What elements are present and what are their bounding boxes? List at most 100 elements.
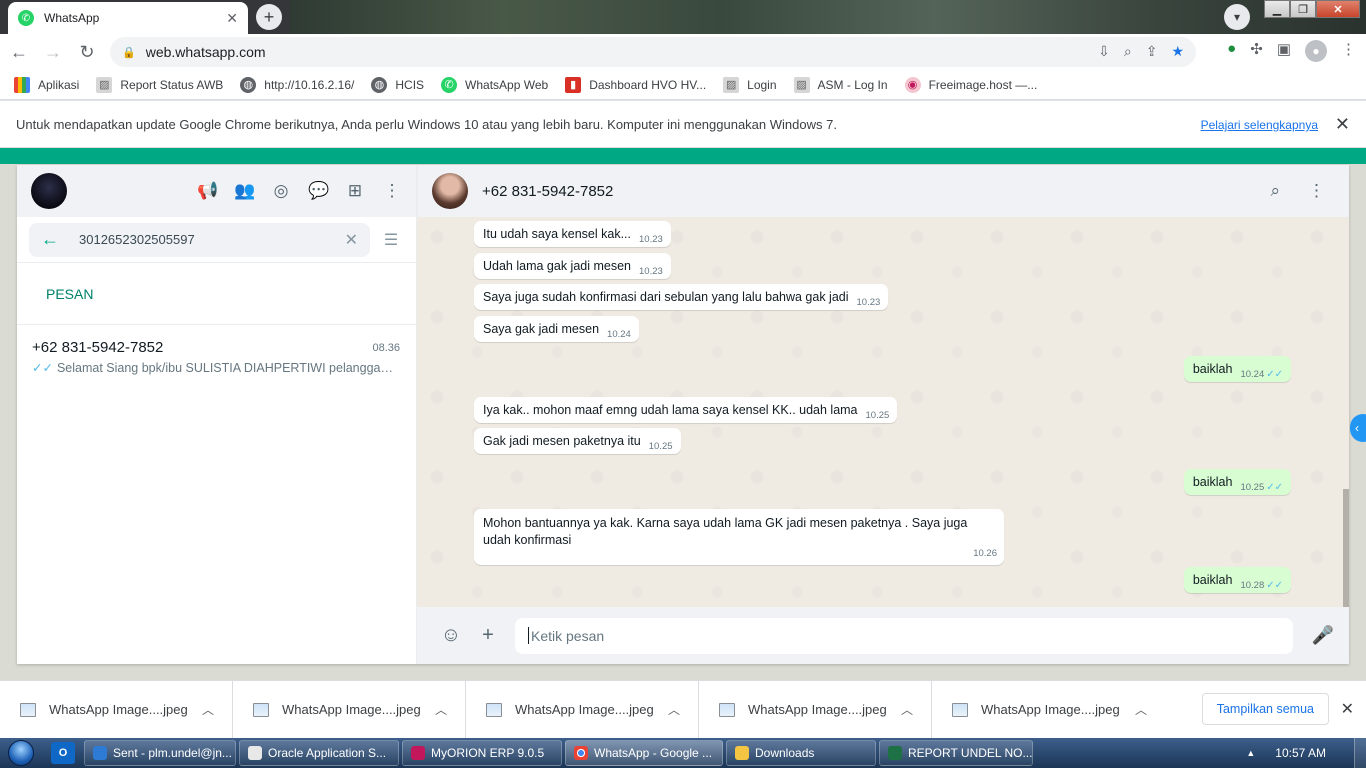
message-bubble[interactable]: Itu udah saya kensel kak... 10.23 <box>474 221 671 247</box>
my-profile-avatar[interactable] <box>31 173 67 209</box>
image-file-icon <box>20 702 36 717</box>
download-item[interactable]: WhatsApp Image....jpeg ︿ <box>233 680 466 739</box>
communities-icon[interactable]: 📢 <box>197 181 218 201</box>
message-input[interactable]: Ketik pesan <box>515 617 1293 654</box>
download-item[interactable]: WhatsApp Image....jpeg ︿ <box>932 681 1165 739</box>
message-bubble[interactable]: baiklah 10.25 ✓✓ <box>1183 469 1291 495</box>
download-item[interactable]: WhatsApp Image....jpeg ︿ <box>0 680 233 739</box>
whatsapp-app: 📢 👥 ◎ 💬 ⊞ ⋮ ← 3012652302505597 ✕ ☰ PESAN… <box>17 165 1349 664</box>
mic-icon[interactable]: 🎤 <box>1311 625 1335 646</box>
chat-contact-name[interactable]: +62 831-5942-7852 <box>482 183 613 200</box>
clear-search-icon[interactable]: ✕ <box>345 230 358 250</box>
groups-icon[interactable]: 👥 <box>234 181 255 201</box>
outlook-pinned-icon[interactable]: O <box>51 742 75 764</box>
search-back-icon[interactable]: ← <box>41 229 59 250</box>
image-file-icon <box>719 702 735 717</box>
minimize-button[interactable]: ▁ <box>1264 0 1290 18</box>
chevron-up-icon[interactable]: ︿ <box>901 701 913 718</box>
taskbar-item[interactable]: Sent - plm.undel@jn... <box>84 740 236 766</box>
download-item[interactable]: WhatsApp Image....jpeg ︿ <box>466 680 699 739</box>
message-bubble[interactable]: Saya gak jadi mesen 10.24 <box>474 316 639 342</box>
message-scrollbar[interactable] <box>1343 489 1349 607</box>
chevron-up-icon[interactable]: ︿ <box>435 701 447 718</box>
profile-avatar-icon[interactable]: ● <box>1305 40 1327 62</box>
sidebar-menu-icon[interactable]: ⋮ <box>382 181 402 201</box>
clock[interactable]: 10:57 AM <box>1275 746 1326 760</box>
puzzle-icon[interactable]: ✣ <box>1250 40 1263 62</box>
download-bar: WhatsApp Image....jpeg ︿ WhatsApp Image..… <box>0 680 1366 739</box>
show-all-downloads-button[interactable]: Tampilkan semua <box>1201 693 1329 725</box>
bookmark-dashboard[interactable]: ▮ Dashboard HVO HV... <box>565 76 706 93</box>
window-close-button[interactable]: ✕ <box>1316 0 1360 18</box>
message-bubble[interactable]: Saya juga sudah konfirmasi dari sebulan … <box>474 284 889 310</box>
search-input[interactable]: ← 3012652302505597 ✕ <box>29 222 370 257</box>
chevron-up-icon[interactable]: ︿ <box>1135 701 1147 718</box>
message-bubble[interactable]: Mohon bantuannya ya kak. Karna saya udah… <box>474 509 1004 565</box>
bookmark-login[interactable]: ▨ Login <box>723 76 777 93</box>
bookmark-hcis[interactable]: ◍ HCIS <box>371 76 424 93</box>
page-icon: ▨ <box>723 76 740 93</box>
bookmark-freeimage[interactable]: ◉ Freeimage.host —... <box>904 76 1037 93</box>
search-result-item[interactable]: +62 831-5942-7852 08.36 ✓✓ Selamat Siang … <box>17 325 416 385</box>
bookmark-report-status-awb[interactable]: ▨ Report Status AWB <box>96 76 223 93</box>
document-icon: ▮ <box>565 76 582 93</box>
chevron-up-icon[interactable]: ︿ <box>202 701 214 718</box>
taskbar-item[interactable]: Downloads <box>726 740 876 766</box>
new-chat-icon[interactable]: ⊞ <box>345 181 365 201</box>
page-icon: ▨ <box>793 76 810 93</box>
address-bar[interactable]: 🔒 web.whatsapp.com ⇩ ⌕ ⇪ ★ <box>110 37 1196 67</box>
taskbar-item[interactable]: MyORION ERP 9.0.5 <box>402 740 562 766</box>
bookmark-whatsapp-web[interactable]: ✆ WhatsApp Web <box>441 76 548 93</box>
lock-icon[interactable]: 🔒 <box>122 46 136 59</box>
message-bubble[interactable]: Iya kak.. mohon maaf emng udah lama saya… <box>474 397 898 423</box>
share-icon[interactable]: ⇪ <box>1146 43 1158 60</box>
taskbar-item[interactable]: WhatsApp - Google ... <box>565 740 723 766</box>
window-controls: ▁ ❐ ✕ <box>1264 0 1360 18</box>
result-time: 08.36 <box>372 342 400 354</box>
chrome-menu-icon[interactable]: ⋮ <box>1341 40 1356 62</box>
message-composer: ☺ + Ketik pesan 🎤 <box>417 607 1349 664</box>
bookmark-star-icon[interactable]: ★ <box>1171 43 1184 60</box>
chevron-up-icon[interactable]: ︿ <box>668 701 680 718</box>
emoji-icon[interactable]: ☺ <box>439 624 463 647</box>
forward-icon[interactable]: → <box>38 37 68 67</box>
contact-avatar[interactable] <box>432 173 468 209</box>
menu-icon[interactable]: ⋮ <box>1308 181 1325 201</box>
attach-icon[interactable]: + <box>476 624 500 647</box>
show-desktop-button[interactable] <box>1354 738 1366 768</box>
maximize-button[interactable]: ❐ <box>1290 0 1316 18</box>
bookmark-asm[interactable]: ▨ ASM - Log In <box>793 76 888 93</box>
infobar-close-icon[interactable]: ✕ <box>1335 114 1350 135</box>
learn-more-link[interactable]: Pelajari selengkapnya <box>1201 118 1318 132</box>
channels-icon[interactable]: 💬 <box>308 181 329 201</box>
message-bubble[interactable]: baiklah 10.24 ✓✓ <box>1183 356 1291 382</box>
search-icon[interactable]: ⌕ <box>1270 181 1280 201</box>
message-bubble[interactable]: Udah lama gak jadi mesen 10.23 <box>474 253 671 279</box>
chat-header[interactable]: +62 831-5942-7852 ⌕ ⋮ <box>417 165 1349 217</box>
install-icon[interactable]: ⇩ <box>1098 43 1110 60</box>
new-tab-button[interactable]: + <box>256 4 282 30</box>
back-icon[interactable]: ← <box>4 37 34 67</box>
message-bubble[interactable]: Gak jadi mesen paketnya itu 10.25 <box>474 428 681 454</box>
bookmark-ip[interactable]: ◍ http://10.16.2.16/ <box>240 76 354 93</box>
status-icon[interactable]: ◎ <box>271 181 291 201</box>
side-panel-icon[interactable]: ▣ <box>1277 40 1291 62</box>
bookmark-aplikasi[interactable]: Aplikasi <box>14 76 79 93</box>
extension-icon[interactable]: ● <box>1227 40 1236 62</box>
filter-icon[interactable]: ☰ <box>376 230 406 250</box>
tab-close-icon[interactable]: ✕ <box>226 10 238 27</box>
green-band <box>0 148 1366 164</box>
tab-search-button[interactable]: ▾ <box>1224 4 1250 30</box>
message-bubble[interactable]: baiklah 10.28 ✓✓ <box>1183 567 1291 593</box>
download-bar-close-icon[interactable]: ✕ <box>1341 699 1354 719</box>
search-query[interactable]: 3012652302505597 <box>79 232 345 247</box>
zoom-icon[interactable]: ⌕ <box>1124 43 1132 60</box>
taskbar-item[interactable]: REPORT UNDEL NO... <box>879 740 1033 766</box>
reload-icon[interactable]: ↻ <box>72 37 102 67</box>
tray-expand-icon[interactable]: ▲ <box>1246 748 1255 758</box>
taskbar-item[interactable]: Oracle Application S... <box>239 740 399 766</box>
result-contact-name: +62 831-5942-7852 <box>32 339 164 356</box>
browser-tab-whatsapp[interactable]: ✆ WhatsApp ✕ <box>8 2 248 34</box>
start-button[interactable] <box>0 738 42 768</box>
download-item[interactable]: WhatsApp Image....jpeg ︿ <box>699 680 932 739</box>
